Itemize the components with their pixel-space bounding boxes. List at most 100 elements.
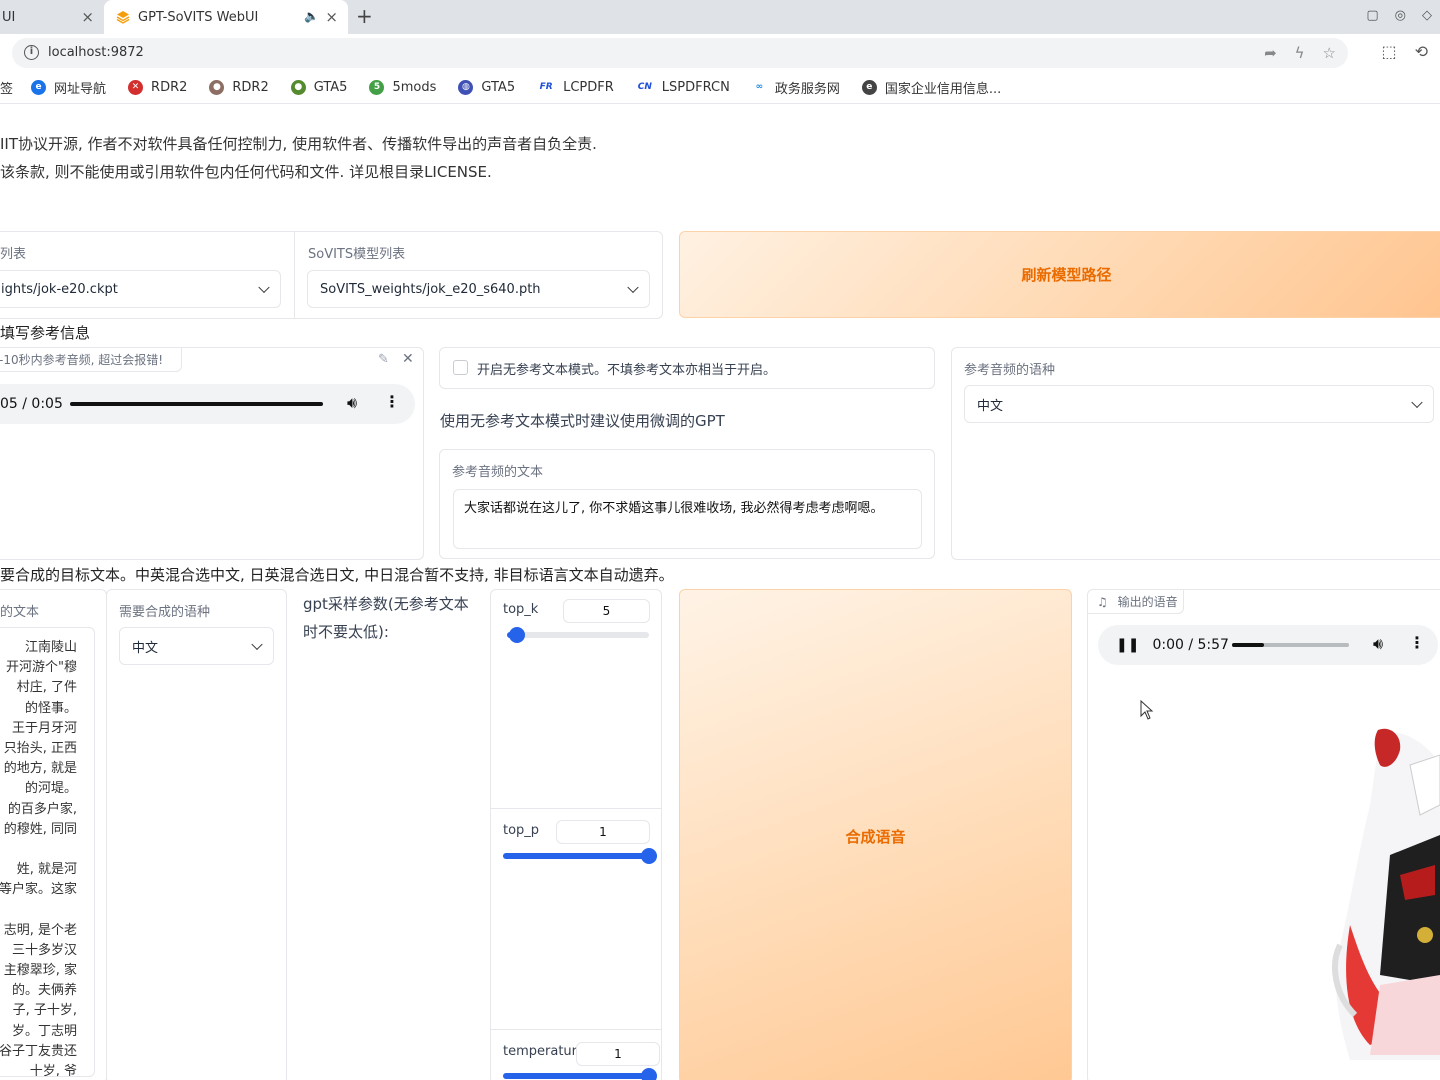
cn-icon: CN [635, 80, 654, 95]
tab-inactive[interactable]: UI × [0, 0, 104, 34]
share-icon[interactable]: ➦ [1264, 44, 1277, 62]
reference-section-title: 填写参考信息 [0, 324, 91, 342]
bookmark-item[interactable]: 5 5mods [369, 80, 436, 95]
top-k-input[interactable]: 5 [563, 599, 650, 623]
bookmark-label: 5mods [392, 80, 437, 95]
target-text-line: 村庄, 了件 [16, 680, 77, 696]
bookmark-item[interactable]: ◍ GTA5 [458, 80, 515, 95]
target-text-line: 岁。丁志明 [11, 1023, 77, 1039]
browser-tab-bar: UI × GPT-SoVITS WebUI 🔈 × + ▢ ◎ ◇ [0, 0, 1440, 34]
bookmark-label: GTA5 [481, 80, 516, 95]
bookmark-label: 网址导航 [54, 82, 107, 97]
edit-icon[interactable]: ✎ [378, 352, 389, 367]
gradio-favicon-icon [116, 11, 130, 24]
star-icon[interactable]: ☆ [1323, 44, 1336, 62]
target-text-input[interactable]: 江南陵山 开河游个"穆 村庄, 了件 的怪事。 王于月牙河 只抬头, 正西 的地方, 就是的… [0, 627, 95, 1077]
chevron-down-icon [251, 638, 263, 651]
bookmark-item[interactable]: ✕ RDR2 [128, 80, 187, 95]
output-audio-label: 输出的语音 [1117, 595, 1178, 609]
target-language-dropdown[interactable]: 中文 [119, 627, 274, 665]
volume-icon[interactable]: 🔊︎ [347, 393, 357, 413]
new-tab-button[interactable]: + [356, 4, 373, 28]
rdr2-icon: ✕ [128, 80, 144, 95]
rdr2-emblem-icon: ● [209, 80, 225, 95]
target-text-line: 志明, 是个老 [3, 922, 77, 938]
no-ref-mode-checkbox[interactable] [453, 360, 468, 375]
more-options-icon[interactable]: ⋮ [384, 392, 400, 411]
top-p-slider-thumb[interactable] [641, 848, 657, 864]
bookmark-item[interactable]: e 国家企业信用信息... [861, 78, 1001, 97]
target-text-line: 的怪事。 [24, 700, 77, 716]
sovits-model-value: SoVITS_weights/jok_e20_s640.pth [320, 281, 541, 297]
top-p-slider[interactable] [503, 848, 657, 864]
bookmark-label: RDR2 [151, 80, 188, 95]
music-note-icon: ♫ [1097, 595, 1108, 609]
url-text[interactable]: localhost:9872 [48, 45, 144, 60]
target-text-line: 的。夫俩养 [11, 983, 77, 999]
reference-audio-progress[interactable] [70, 402, 323, 406]
profile-icon[interactable]: ◎ [1395, 8, 1406, 23]
tab-title: GPT-SoVITS WebUI [138, 9, 259, 25]
bookmark-label: LSPDFRCN [661, 80, 730, 95]
credit-icon: e [861, 80, 877, 95]
more-options-icon[interactable]: ⋮ [1409, 633, 1425, 652]
top-p-label: top_p [503, 823, 540, 838]
bookmark-label: LCPDFR [563, 80, 614, 95]
bookmark-label: 政务服务网 [774, 82, 840, 97]
bookmark-item[interactable]: 签 [0, 78, 13, 97]
tab-active[interactable]: GPT-SoVITS WebUI 🔈 × [104, 0, 348, 34]
5mods-icon: 5 [369, 80, 385, 95]
tab-inactive-label: UI [2, 9, 16, 25]
top-k-slider[interactable] [507, 627, 649, 643]
bookmark-item[interactable]: e 网址导航 [31, 78, 106, 97]
close-tab-icon[interactable]: × [325, 8, 338, 26]
temperature-input[interactable]: 1 [576, 1042, 660, 1066]
gpt-params-label: gpt采样参数(无参考文本时不要太低): [303, 595, 469, 641]
mouse-cursor-icon [1140, 700, 1154, 720]
sovits-model-dropdown[interactable]: SoVITS_weights/jok_e20_s640.pth [307, 270, 650, 308]
refresh-models-button[interactable]: 刷新模型路径 [679, 231, 1440, 318]
bookmark-item[interactable]: ● GTA5 [290, 80, 347, 95]
tab-search-icon[interactable]: ▢ [1366, 8, 1378, 23]
site-info-icon[interactable]: i [24, 45, 39, 60]
bookmark-label: 签 [0, 82, 14, 97]
lightning-icon[interactable]: ϟ [1295, 44, 1305, 62]
temperature-slider-thumb[interactable] [641, 1068, 657, 1080]
output-audio-progress-fill [1232, 643, 1264, 647]
pause-icon[interactable]: ❚❚ [1116, 637, 1139, 653]
extension-icon[interactable]: ◇ [1422, 8, 1432, 23]
bookmark-item[interactable]: ∞ 政务服务网 [751, 78, 840, 97]
reference-text-input[interactable]: 大家话都说在这儿了, 你不求婚这事儿很难收场, 我必然得考虑考虑啊嗯。 [453, 489, 922, 549]
top-p-input[interactable]: 1 [556, 820, 650, 844]
target-text-line: 的河堤。 [24, 781, 77, 797]
target-text-line: 等户家。这家 [0, 882, 77, 898]
target-text-line: 姓, 就是河 [16, 862, 77, 878]
bookmark-item[interactable]: ● RDR2 [209, 80, 269, 95]
extensions-icon[interactable]: ⬚ [1381, 42, 1396, 61]
volume-icon[interactable]: 🔊︎ [1373, 634, 1383, 654]
target-text-line: 开河游个"穆 [6, 660, 77, 676]
history-icon[interactable]: ⟲ [1415, 42, 1428, 61]
reference-language-dropdown[interactable]: 中文 [964, 385, 1434, 423]
temperature-label: temperature [503, 1044, 585, 1059]
close-tab-icon[interactable]: × [81, 8, 94, 26]
output-audio-progress[interactable] [1232, 643, 1349, 647]
bookmark-item[interactable]: FR LCPDFR [537, 80, 614, 95]
temperature-slider-fill [503, 1073, 649, 1079]
temperature-slider[interactable] [503, 1068, 657, 1080]
reference-language-panel [951, 347, 1440, 560]
gta5-globe-icon: ◍ [458, 80, 474, 95]
url-field[interactable]: i localhost:9872 ➦ ϟ ☆ [12, 38, 1348, 68]
close-icon[interactable]: ✕ [402, 351, 414, 367]
target-language-value: 中文 [132, 640, 159, 656]
bookmark-item[interactable]: CN LSPDFRCN [635, 80, 730, 95]
gpt-model-dropdown[interactable]: ights/jok-e20.ckpt [0, 270, 281, 308]
no-ref-mode-label: 开启无参考文本模式。不填参考文本亦相当于开启。 [477, 363, 777, 378]
target-text-line: 十岁, 爷 [29, 1063, 77, 1077]
synthesize-button[interactable]: 合成语音 [679, 589, 1072, 1080]
chevron-down-icon [627, 281, 639, 294]
speaker-icon[interactable]: 🔈 [304, 9, 319, 23]
target-text-line: 王于月牙河 [11, 720, 77, 736]
top-k-slider-thumb[interactable] [509, 627, 525, 643]
output-audio-tag: ♫ 输出的语音 [1088, 590, 1184, 614]
